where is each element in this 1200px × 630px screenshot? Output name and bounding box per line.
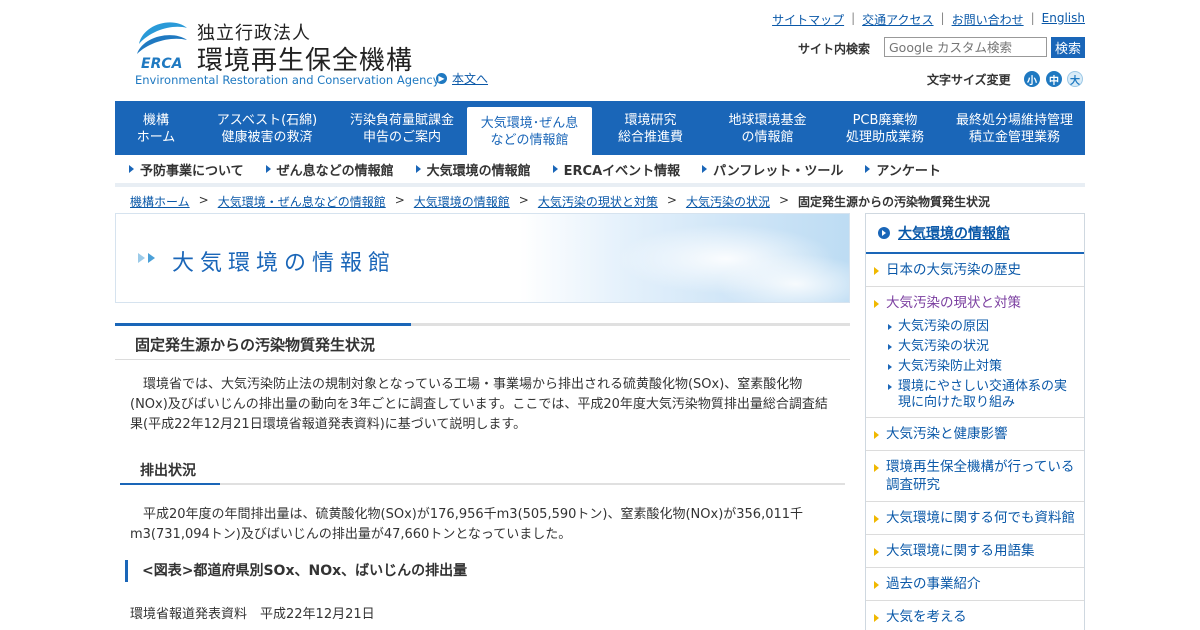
arrow-right-icon: [552, 165, 558, 173]
page-title: 固定発生源からの汚染物質発生状況: [135, 336, 376, 354]
double-arrow-icon: [138, 253, 155, 263]
figure-title: <図表>都道府県別SOx、NOx、ばいじんの排出量: [125, 560, 467, 582]
side-menu-title[interactable]: 大気環境の情報館: [866, 214, 1084, 254]
search-input[interactable]: [884, 37, 1047, 57]
nav-home[interactable]: 機構 ホーム: [115, 101, 197, 155]
subnav-prevention[interactable]: 予防事業について: [115, 160, 252, 179]
sub-nav: 予防事業について ぜん息などの情報館 大気環境の情報館 ERCAイベント情報 パ…: [115, 155, 1085, 187]
search-label: サイト内検索: [798, 42, 871, 56]
subnav-air-environment[interactable]: 大気環境の情報館: [402, 160, 539, 179]
page-title-bar: 固定発生源からの汚染物質発生状況: [115, 323, 850, 360]
access-link[interactable]: 交通アクセス: [862, 11, 933, 28]
emission-paragraph: 平成20年度の年間排出量は、硫黄酸化物(SOx)が176,956千m3(505,…: [130, 507, 804, 542]
side-sub-causes[interactable]: 大気汚染の原因: [866, 319, 1084, 339]
org-name[interactable]: 環境再生保全機構: [197, 40, 413, 77]
side-sub-transport[interactable]: 環境にやさしい交通体系の実現に向けた取り組み: [866, 379, 1084, 415]
subnav-survey[interactable]: アンケート: [851, 160, 948, 179]
nav-air-environment[interactable]: 大気環境･ぜん息 などの情報館: [467, 107, 592, 155]
font-size-medium-button[interactable]: 中: [1046, 71, 1062, 87]
skip-to-content-link[interactable]: ▶ 本文へ: [436, 70, 488, 87]
font-size-large-button[interactable]: 大: [1067, 71, 1083, 87]
nav-global-fund[interactable]: 地球環境基金 の情報館: [709, 101, 826, 155]
section-heading-bar: 排出状況: [120, 455, 845, 485]
arrow-right-icon: ▶: [436, 73, 447, 84]
english-link[interactable]: English: [1042, 11, 1085, 28]
banner-title: 大気環境の情報館: [172, 251, 397, 276]
sitemap-link[interactable]: サイトマップ: [772, 11, 844, 28]
side-sub-prevention[interactable]: 大気汚染防止対策: [866, 359, 1084, 379]
site-header: ERCA 独立行政法人 環境再生保全機構 Environmental Resto…: [115, 0, 1085, 100]
breadcrumb-pollution-status[interactable]: 大気汚染の状況: [686, 193, 770, 210]
side-subgroup: 大気汚染の原因 大気汚染の状況 大気汚染防止対策 環境にやさしい交通体系の実現に…: [866, 319, 1084, 418]
utility-links: サイトマップ | 交通アクセス | お問い合わせ | English: [772, 11, 1085, 28]
side-sub-status[interactable]: 大気汚染の状況: [866, 339, 1084, 359]
nav-asbestos[interactable]: アスベスト(石綿) 健康被害の救済: [197, 101, 337, 155]
arrow-right-icon: [702, 165, 708, 173]
breadcrumb-current-measures[interactable]: 大気汚染の現状と対策: [538, 193, 658, 210]
subnav-pamphlets[interactable]: パンフレット・ツール: [688, 160, 851, 179]
side-item-glossary[interactable]: 大気環境に関する用語集: [866, 535, 1084, 568]
arrow-right-icon: [415, 165, 421, 173]
arrow-right-icon: [129, 165, 134, 173]
side-item-think-air[interactable]: 大気を考える: [866, 601, 1084, 630]
arrow-circle-icon: [878, 227, 890, 239]
source-line: 環境省報道発表資料 平成22年12月21日: [130, 607, 375, 622]
main-nav: 機構 ホーム アスベスト(石綿) 健康被害の救済 汚染負荷量賦課金 申告のご案内 大気…: [115, 101, 1085, 155]
side-item-history[interactable]: 日本の大気汚染の歴史: [866, 254, 1084, 287]
skip-link-text[interactable]: 本文へ: [452, 70, 488, 87]
side-item-past-projects[interactable]: 過去の事業紹介: [866, 568, 1084, 601]
erca-logo[interactable]: ERCA: [133, 14, 189, 70]
breadcrumb-current: 固定発生源からの汚染物質発生状況: [798, 195, 991, 209]
breadcrumb-air-asthma[interactable]: 大気環境・ぜん息などの情報館: [218, 193, 386, 210]
section-banner: 大気環境の情報館: [115, 213, 850, 303]
font-size-small-button[interactable]: 小: [1024, 71, 1040, 87]
section-title: 排出状況: [140, 463, 196, 479]
subnav-events[interactable]: ERCAイベント情報: [539, 160, 689, 179]
side-item-current-measures[interactable]: 大気汚染の現状と対策: [866, 287, 1084, 319]
contact-link[interactable]: お問い合わせ: [952, 11, 1024, 28]
side-item-research[interactable]: 環境再生保全機構が行っている調査研究: [866, 451, 1084, 502]
org-name-en: Environmental Restoration and Conservati…: [135, 73, 440, 87]
side-menu: 大気環境の情報館 日本の大気汚染の歴史 大気汚染の現状と対策 大気汚染の原因 大…: [865, 213, 1085, 630]
arrow-right-icon: [265, 165, 271, 173]
breadcrumb: 機構ホーム > 大気環境・ぜん息などの情報館 > 大気環境の情報館 > 大気汚染…: [130, 193, 991, 210]
breadcrumb-home[interactable]: 機構ホーム: [130, 193, 190, 210]
nav-pcb[interactable]: PCB廃棄物 処理助成業務: [826, 101, 944, 155]
breadcrumb-air-environment[interactable]: 大気環境の情報館: [414, 193, 510, 210]
side-item-health[interactable]: 大気汚染と健康影響: [866, 418, 1084, 451]
arrow-right-icon: [865, 165, 871, 173]
logo-text: ERCA: [141, 56, 182, 70]
nav-pollution-levy[interactable]: 汚染負荷量賦課金 申告のご案内: [337, 101, 467, 155]
subnav-asthma[interactable]: ぜん息などの情報館: [252, 160, 402, 179]
side-item-library[interactable]: 大気環境に関する何でも資料館: [866, 502, 1084, 535]
font-size-label: 文字サイズ変更: [927, 73, 1011, 87]
search-button[interactable]: 検索: [1051, 37, 1085, 58]
intro-paragraph: 環境省では、大気汚染防止法の規制対象となっている工場・事業場から排出される硫黄酸…: [130, 377, 828, 432]
nav-environment-research[interactable]: 環境研究 総合推進費: [592, 101, 709, 155]
nav-landfill[interactable]: 最終処分場維持管理 積立金管理業務: [944, 101, 1085, 155]
